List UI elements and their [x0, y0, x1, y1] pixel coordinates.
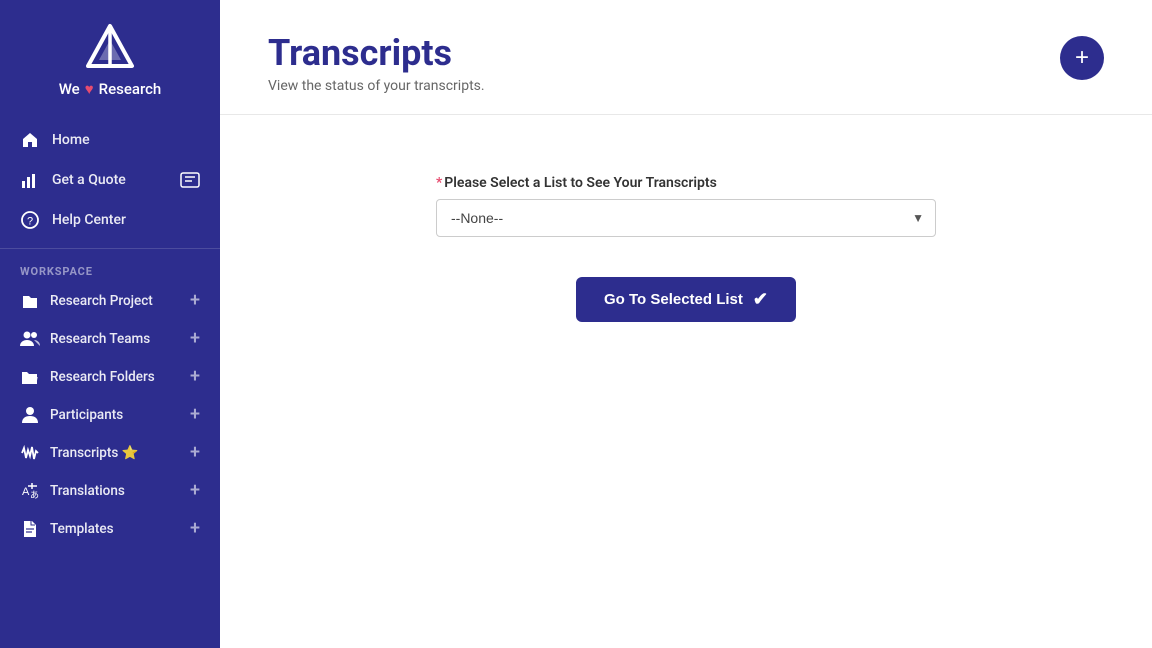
sidebar-item-help-center[interactable]: ? Help Center: [0, 200, 220, 240]
svg-text:あ: あ: [30, 490, 39, 500]
sidebar-item-templates[interactable]: Templates +: [0, 510, 220, 548]
chart-icon: [20, 170, 40, 190]
page-header: Transcripts View the status of your tran…: [220, 0, 1152, 115]
add-transcript-button[interactable]: +: [1060, 36, 1104, 80]
app-logo: [84, 22, 136, 74]
main-content: Transcripts View the status of your tran…: [220, 0, 1152, 648]
sidebar-item-participants[interactable]: Participants +: [0, 396, 220, 434]
workspace-nav: WORKSPACE Research Project + Research Te…: [0, 253, 220, 648]
templates-add-button[interactable]: +: [190, 520, 200, 538]
page-title: Transcripts: [268, 32, 485, 74]
waveform-icon: [20, 443, 40, 463]
person-icon: [20, 405, 40, 425]
transcript-form: *Please Select a List to See Your Transc…: [436, 175, 936, 322]
logo-area: We ♥ Research: [0, 0, 220, 108]
sidebar-item-home[interactable]: Home: [0, 120, 220, 160]
field-label: *Please Select a List to See Your Transc…: [436, 175, 717, 191]
research-teams-add-button[interactable]: +: [190, 330, 200, 348]
svg-text:?: ?: [27, 216, 33, 228]
heart-icon: ♥: [85, 80, 94, 98]
sidebar-item-research-teams[interactable]: Research Teams +: [0, 320, 220, 358]
people-icon: [20, 329, 40, 349]
sidebar-item-transcripts[interactable]: Transcripts ⭐ +: [0, 434, 220, 472]
required-star: *: [436, 175, 442, 191]
sidebar-item-get-a-quote[interactable]: Get a Quote: [0, 160, 220, 200]
participants-add-button[interactable]: +: [190, 406, 200, 424]
question-icon: ?: [20, 210, 40, 230]
translate-icon: Aあ: [20, 481, 40, 501]
file-icon: [20, 519, 40, 539]
folder-open-icon: [20, 367, 40, 387]
workspace-label: WORKSPACE: [0, 253, 220, 282]
folder-icon: [20, 291, 40, 311]
top-nav: Home Get a Quote ? Help Center: [0, 112, 220, 249]
home-icon: [20, 130, 40, 150]
sidebar-item-translations[interactable]: Aあ Translations +: [0, 472, 220, 510]
research-folders-add-button[interactable]: +: [190, 368, 200, 386]
sidebar-item-research-project[interactable]: Research Project +: [0, 282, 220, 320]
go-to-selected-list-button[interactable]: Go To Selected List ✔: [576, 277, 796, 322]
quote-icon: [180, 172, 200, 188]
list-select[interactable]: --None--: [436, 199, 936, 237]
transcripts-add-button[interactable]: +: [190, 444, 200, 462]
header-text: Transcripts View the status of your tran…: [268, 32, 485, 94]
research-project-add-button[interactable]: +: [190, 292, 200, 310]
svg-text:A: A: [22, 486, 30, 498]
checkmark-icon: ✔: [753, 289, 768, 310]
brand-name: We ♥ Research: [59, 80, 162, 98]
sidebar: We ♥ Research Home Get a Quote ? Help C: [0, 0, 220, 648]
main-body: *Please Select a List to See Your Transc…: [220, 115, 1152, 382]
sidebar-item-research-folders[interactable]: Research Folders +: [0, 358, 220, 396]
translations-add-button[interactable]: +: [190, 482, 200, 500]
list-select-wrapper: --None-- ▼: [436, 199, 936, 237]
page-subtitle: View the status of your transcripts.: [268, 78, 485, 94]
